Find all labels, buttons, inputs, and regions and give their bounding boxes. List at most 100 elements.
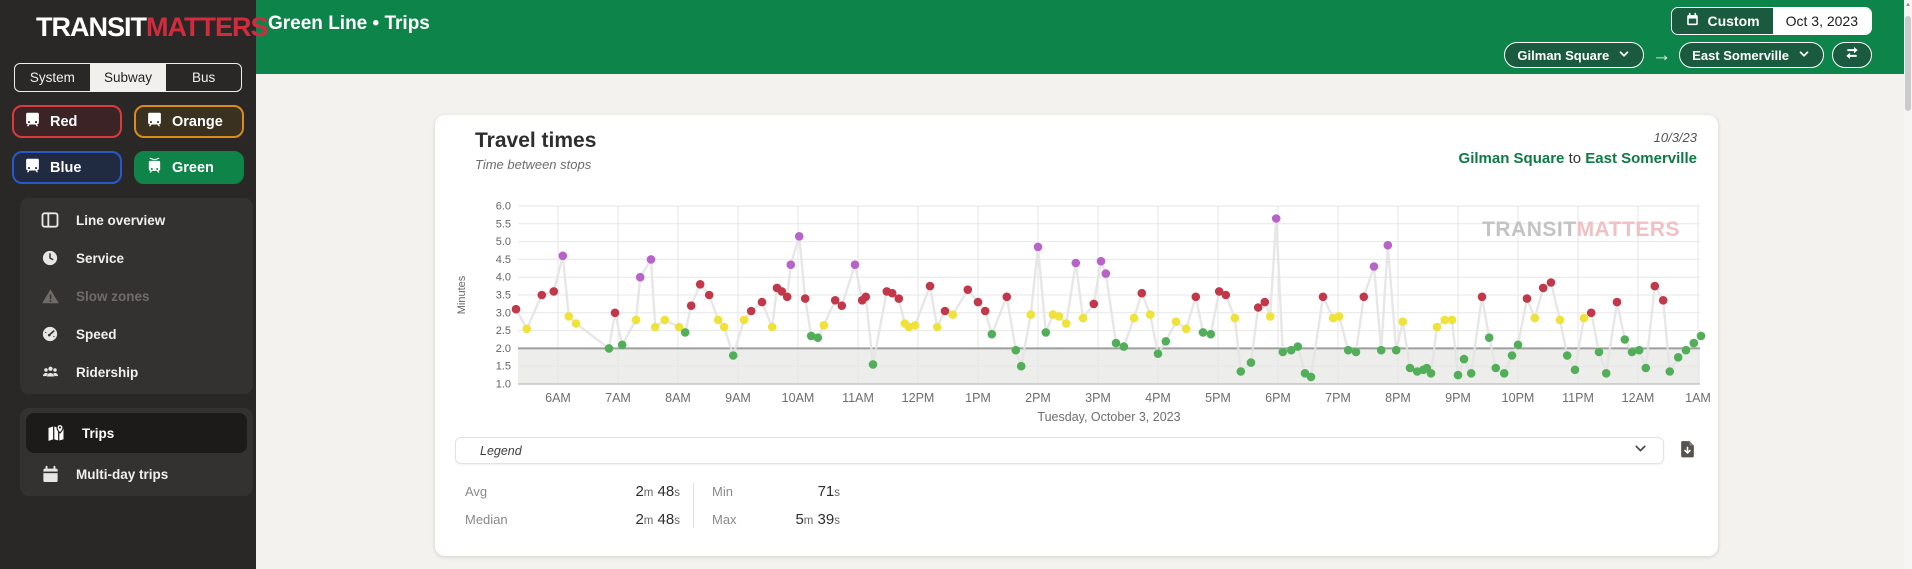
travel-time-point[interactable]	[1260, 297, 1270, 307]
travel-time-point[interactable]	[1594, 347, 1604, 357]
travel-time-point[interactable]	[980, 306, 990, 316]
travel-time-point[interactable]	[973, 297, 983, 307]
travel-time-point[interactable]	[1586, 308, 1596, 318]
travel-time-point[interactable]	[1271, 214, 1281, 223]
travel-time-point[interactable]	[680, 328, 690, 337]
travel-time-point[interactable]	[1016, 361, 1026, 371]
travel-time-point[interactable]	[1230, 313, 1240, 323]
travel-time-point[interactable]	[1530, 313, 1540, 323]
travel-time-point[interactable]	[1061, 319, 1071, 328]
tab-bus[interactable]: Bus	[166, 64, 241, 91]
travel-time-point[interactable]	[558, 251, 568, 261]
travel-time-point[interactable]	[861, 292, 871, 302]
legend-toggle[interactable]: Legend	[455, 437, 1664, 464]
travel-time-point[interactable]	[1221, 290, 1231, 300]
travel-time-point[interactable]	[1253, 303, 1263, 312]
travel-time-point[interactable]	[635, 272, 645, 282]
travel-time-point[interactable]	[1522, 294, 1532, 303]
travel-time-point[interactable]	[794, 232, 804, 241]
travel-time-point[interactable]	[963, 285, 973, 294]
travel-time-point[interactable]	[1673, 353, 1683, 362]
travel-time-point[interactable]	[1507, 351, 1517, 360]
line-button-red[interactable]: Red	[12, 105, 122, 138]
travel-time-point[interactable]	[830, 296, 840, 305]
travel-time-point[interactable]	[571, 319, 581, 328]
travel-time-point[interactable]	[1620, 335, 1630, 344]
travel-time-point[interactable]	[1318, 292, 1328, 302]
from-station-select[interactable]: Gilman Square	[1504, 42, 1645, 68]
travel-time-point[interactable]	[686, 301, 696, 310]
travel-time-point[interactable]	[1206, 329, 1216, 339]
travel-time-point[interactable]	[887, 288, 897, 298]
travel-time-point[interactable]	[1570, 365, 1580, 375]
travel-time-point[interactable]	[1026, 310, 1036, 319]
date-picker-value[interactable]: Oct 3, 2023	[1772, 8, 1871, 34]
travel-time-point[interactable]	[1491, 363, 1501, 373]
travel-time-point[interactable]	[1391, 345, 1401, 355]
travel-time-point[interactable]	[1601, 369, 1611, 378]
travel-time-point[interactable]	[1246, 358, 1256, 367]
sidebar-item-speed[interactable]: Speed	[20, 315, 253, 353]
travel-time-point[interactable]	[767, 322, 777, 332]
travel-time-point[interactable]	[800, 294, 810, 303]
travel-time-point[interactable]	[1119, 342, 1129, 351]
travel-time-point[interactable]	[1343, 345, 1353, 355]
travel-time-point[interactable]	[1129, 313, 1139, 323]
scroll-up-icon[interactable]: ▲	[1904, 2, 1912, 8]
travel-time-point[interactable]	[1426, 369, 1436, 378]
travel-time-point[interactable]	[604, 344, 614, 353]
travel-time-point[interactable]	[1293, 342, 1303, 351]
travel-time-point[interactable]	[1111, 338, 1121, 348]
travel-time-point[interactable]	[713, 315, 723, 325]
travel-time-point[interactable]	[1513, 340, 1523, 350]
travel-time-point[interactable]	[646, 255, 656, 264]
travel-time-point[interactable]	[511, 304, 521, 314]
travel-time-point[interactable]	[1101, 269, 1111, 278]
travel-time-point[interactable]	[1484, 333, 1494, 342]
travel-time-point[interactable]	[782, 292, 792, 302]
travel-time-point[interactable]	[1641, 363, 1651, 373]
travel-time-point[interactable]	[1278, 347, 1288, 357]
travel-time-point[interactable]	[987, 329, 997, 339]
travel-time-point[interactable]	[1171, 317, 1181, 326]
travel-time-point[interactable]	[1153, 349, 1163, 358]
travel-time-point[interactable]	[1696, 331, 1706, 341]
travel-time-point[interactable]	[1198, 328, 1208, 337]
travel-time-point[interactable]	[1466, 369, 1476, 378]
travel-time-point[interactable]	[660, 315, 670, 325]
travel-time-point[interactable]	[610, 308, 620, 318]
travel-time-point[interactable]	[1579, 313, 1589, 323]
travel-time-point[interactable]	[910, 321, 920, 330]
travel-time-point[interactable]	[1612, 297, 1622, 307]
date-range-toggle[interactable]: Custom	[1672, 8, 1773, 34]
travel-time-point[interactable]	[1054, 312, 1064, 321]
travel-time-point[interactable]	[1658, 296, 1668, 305]
travel-time-point[interactable]	[1650, 281, 1660, 291]
travel-time-point[interactable]	[1071, 258, 1081, 268]
travel-time-point[interactable]	[549, 287, 559, 296]
travel-time-point[interactable]	[695, 280, 705, 289]
travel-time-point[interactable]	[1681, 345, 1691, 355]
travel-time-point[interactable]	[1351, 347, 1361, 357]
travel-time-point[interactable]	[739, 315, 749, 325]
sidebar-item-trips[interactable]: Trips	[26, 413, 247, 453]
travel-time-point[interactable]	[932, 322, 942, 332]
travel-time-point[interactable]	[1477, 292, 1487, 302]
travel-time-point[interactable]	[850, 260, 860, 269]
line-button-orange[interactable]: Orange	[134, 105, 244, 138]
travel-time-point[interactable]	[1236, 367, 1246, 376]
travel-time-point[interactable]	[1359, 292, 1369, 302]
sidebar-item-ridership[interactable]: Ridership	[20, 353, 253, 391]
swap-stations-button[interactable]	[1832, 42, 1872, 68]
travel-time-point[interactable]	[1181, 324, 1191, 334]
travel-time-point[interactable]	[1538, 283, 1548, 293]
travel-time-point[interactable]	[1383, 240, 1393, 250]
travel-time-point[interactable]	[1665, 367, 1675, 376]
travel-time-point[interactable]	[1546, 278, 1556, 287]
sidebar-item-service[interactable]: Service	[20, 239, 253, 277]
travel-time-point[interactable]	[1459, 354, 1469, 364]
scrollbar-thumb[interactable]	[1905, 16, 1911, 111]
travel-time-point[interactable]	[1453, 370, 1463, 380]
travel-time-point[interactable]	[746, 306, 756, 316]
travel-time-point[interactable]	[704, 290, 714, 300]
